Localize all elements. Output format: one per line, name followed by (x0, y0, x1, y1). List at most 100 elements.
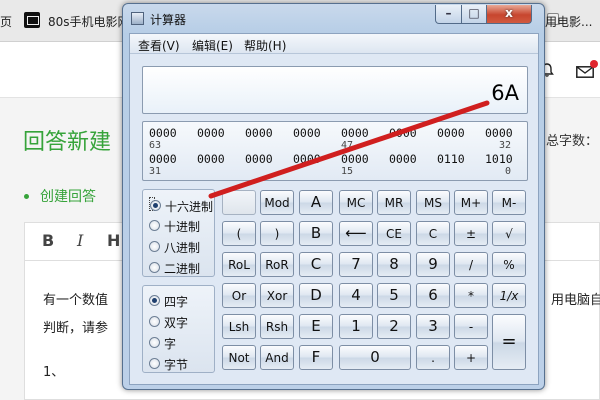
calculator-titlebar[interactable]: 计算器 – □ x (123, 4, 544, 32)
hex-c-button[interactable]: C (299, 252, 333, 277)
blank-button (222, 190, 256, 215)
decimal-button[interactable]: . (416, 345, 450, 370)
heading-button[interactable]: H (107, 231, 120, 250)
digit-0-button[interactable]: 0 (339, 345, 411, 370)
radio-icon (149, 316, 160, 327)
subtract-button[interactable]: - (454, 314, 488, 339)
hex-f-button[interactable]: F (299, 345, 333, 370)
digit-1-button[interactable]: 1 (339, 314, 373, 339)
bit-display: 0000 0000 0000 0000 0000 0000 0000 0000 … (142, 121, 528, 181)
radio-icon (149, 358, 160, 369)
editor-text-line: 1、 (43, 365, 65, 380)
divide-button[interactable]: / (454, 252, 488, 277)
not-button[interactable]: Not (222, 345, 256, 370)
radio-label: 十六进制 (165, 200, 214, 214)
bit-group: 0000 (485, 126, 513, 140)
xor-button[interactable]: Xor (260, 283, 294, 308)
radio-label: 八进制 (164, 241, 201, 255)
close-button[interactable]: x (486, 5, 532, 24)
bit-position: 0 (505, 166, 512, 177)
browser-tab-right[interactable]: 用电影... (545, 13, 592, 30)
radio-icon (149, 262, 160, 273)
rotate-left-button[interactable]: RoL (222, 252, 256, 277)
digit-2-button[interactable]: 2 (377, 314, 411, 339)
display-value: 6A (491, 81, 519, 105)
base-radio-group: 十六进制 十进制 八进制 二进制 (142, 189, 215, 277)
bit-group: 0000 (293, 126, 321, 140)
left-shift-button[interactable]: Lsh (222, 314, 256, 339)
radio-selected-icon (150, 200, 161, 211)
percent-button[interactable]: % (492, 252, 526, 277)
bit-group: 0000 (197, 152, 225, 166)
italic-button[interactable]: I (77, 231, 83, 250)
m-minus-button[interactable]: M- (492, 190, 526, 215)
bold-button[interactable]: B (42, 231, 54, 250)
digit-8-button[interactable]: 8 (377, 252, 411, 277)
calculator-body: 查看(V) 编辑(E) 帮助(H) 6A 0000 0000 0000 0000… (129, 33, 539, 385)
bit-group: 0000 (245, 152, 273, 166)
hex-a-button[interactable]: A (299, 190, 333, 215)
radio-label: 双字 (164, 316, 189, 330)
digit-3-button[interactable]: 3 (416, 314, 450, 339)
mr-button[interactable]: MR (377, 190, 411, 215)
clear-button[interactable]: C (416, 221, 450, 246)
browser-tab-title[interactable]: 80s手机电影网 (48, 13, 130, 30)
menu-edit[interactable]: 编辑(E) (192, 37, 233, 54)
digit-5-button[interactable]: 5 (377, 283, 411, 308)
mod-button[interactable]: Mod (260, 190, 294, 215)
minimize-button[interactable]: – (435, 5, 462, 24)
bit-group: 0110 (437, 152, 465, 166)
radio-icon (149, 220, 160, 231)
bit-group: 0000 (341, 152, 369, 166)
clear-entry-button[interactable]: CE (377, 221, 411, 246)
mc-button[interactable]: MC (339, 190, 373, 215)
maximize-icon: □ (468, 6, 480, 20)
editor-text-line: 有一个数值 (43, 293, 109, 308)
and-button[interactable]: And (260, 345, 294, 370)
multiply-button[interactable]: * (454, 283, 488, 308)
film-icon (24, 12, 40, 28)
editor-text-line: 用电脑自 (551, 293, 600, 308)
sqrt-button[interactable]: √ (492, 221, 526, 246)
bit-group: 0000 (389, 126, 417, 140)
digit-7-button[interactable]: 7 (339, 252, 373, 277)
hex-b-button[interactable]: B (299, 221, 333, 246)
maximize-button[interactable]: □ (461, 5, 487, 24)
hex-d-button[interactable]: D (299, 283, 333, 308)
mail-icon[interactable] (576, 66, 594, 78)
digit-4-button[interactable]: 4 (339, 283, 373, 308)
menu-view[interactable]: 查看(V) (138, 37, 180, 54)
m-plus-button[interactable]: M+ (454, 190, 488, 215)
ms-button[interactable]: MS (416, 190, 450, 215)
right-shift-button[interactable]: Rsh (260, 314, 294, 339)
radio-label: 二进制 (164, 262, 201, 276)
negate-button[interactable]: ± (454, 221, 488, 246)
bit-group: 0000 (389, 152, 417, 166)
bit-position: 63 (149, 140, 162, 151)
backspace-button[interactable]: ⟵ (339, 221, 373, 246)
or-button[interactable]: Or (222, 283, 256, 308)
bit-group: 0000 (149, 152, 177, 166)
add-button[interactable]: + (454, 345, 488, 370)
bullet-icon (24, 194, 29, 199)
radio-label: 字节 (164, 358, 189, 372)
equals-button[interactable]: = (492, 314, 526, 370)
digit-6-button[interactable]: 6 (416, 283, 450, 308)
reciprocal-button[interactable]: 1/x (492, 283, 526, 308)
radio-hex[interactable]: 十六进制 (149, 197, 213, 214)
left-paren-button[interactable]: ( (222, 221, 256, 246)
rotate-right-button[interactable]: RoR (260, 252, 294, 277)
hex-e-button[interactable]: E (299, 314, 333, 339)
bit-group: 0000 (341, 126, 369, 140)
window-title: 计算器 (150, 13, 187, 27)
digit-9-button[interactable]: 9 (416, 252, 450, 277)
browser-tab-partial[interactable]: 页 (0, 13, 12, 30)
close-icon: x (505, 6, 513, 20)
calculator-window: 计算器 – □ x 查看(V) 编辑(E) 帮助(H) 6A 0000 0000… (122, 3, 545, 390)
right-paren-button[interactable]: ) (260, 221, 294, 246)
bit-position: 15 (341, 166, 354, 177)
create-answer-heading: 创建回答 (40, 189, 96, 205)
bit-group: 0000 (293, 152, 321, 166)
minimize-icon: – (445, 6, 452, 20)
menu-help[interactable]: 帮助(H) (244, 37, 286, 54)
